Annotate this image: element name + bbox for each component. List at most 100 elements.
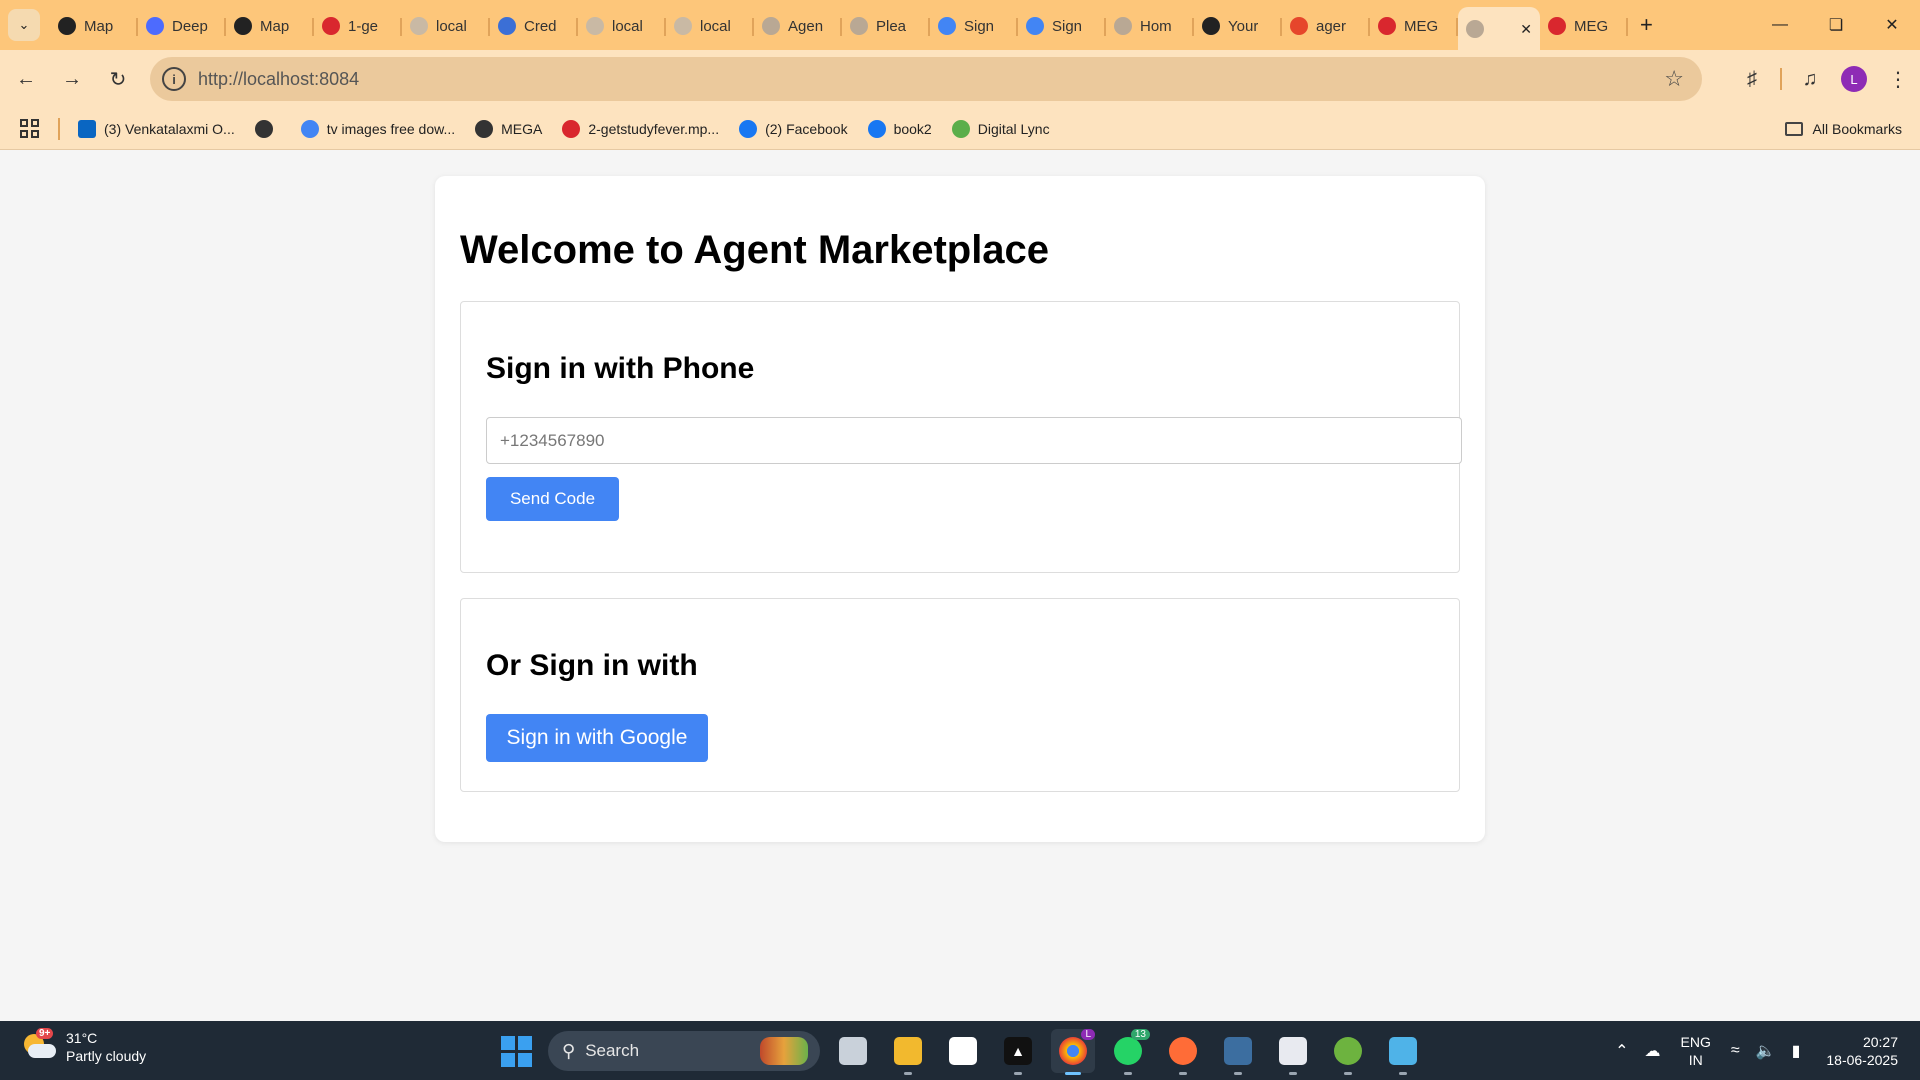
tab[interactable]: Sign <box>930 7 1018 45</box>
tab[interactable]: Hom <box>1106 7 1194 45</box>
tab-active[interactable]: ✕ <box>1458 7 1540 51</box>
chevron-up-icon[interactable]: ⌃ <box>1615 1041 1628 1061</box>
reload-button[interactable]: ↻ <box>98 59 138 99</box>
tab[interactable]: local <box>402 7 490 45</box>
file-explorer-icon[interactable] <box>886 1029 930 1075</box>
weather-widget[interactable]: 9+ 31°C Partly cloudy <box>22 1028 147 1065</box>
whatsapp-badge: 13 <box>1130 1029 1150 1040</box>
partly-cloudy-icon: 9+ <box>22 1028 56 1062</box>
tab[interactable]: Agen <box>754 7 842 45</box>
postman-icon[interactable] <box>1161 1029 1205 1075</box>
terminal-app-icon[interactable]: ▲ <box>996 1029 1040 1075</box>
tab[interactable]: ager <box>1282 7 1370 45</box>
onedrive-icon[interactable]: ☁ <box>1645 1041 1661 1061</box>
bookmark-star-icon[interactable]: ☆ <box>1664 66 1684 92</box>
bookmark-item[interactable]: Digital Lync <box>951 119 1050 138</box>
close-window-button[interactable]: ✕ <box>1864 0 1920 50</box>
url-text[interactable]: http://localhost:8084 <box>198 69 359 90</box>
clock[interactable]: 20:27 18-06-2025 <box>1826 1033 1898 1069</box>
tab-search-button[interactable]: ⌄ <box>8 9 40 41</box>
bookmark-item[interactable]: book2 <box>867 119 932 138</box>
new-tab-button[interactable]: + <box>1640 12 1653 38</box>
google-icon <box>938 17 956 35</box>
close-tab-icon[interactable]: ✕ <box>1520 21 1532 38</box>
profile-button[interactable]: L <box>1832 66 1876 92</box>
close-icon: ✕ <box>1885 17 1899 34</box>
ms-store-icon[interactable] <box>941 1029 985 1073</box>
notepad-icon[interactable] <box>1381 1029 1425 1075</box>
minimize-button[interactable]: — <box>1752 0 1808 50</box>
tab[interactable]: local <box>578 7 666 45</box>
bookmark-item[interactable]: MEGA <box>475 119 542 138</box>
tab[interactable]: MEG <box>1370 7 1458 45</box>
wifi-icon[interactable]: ≈ <box>1731 1042 1740 1060</box>
weather-temp: 31°C <box>66 1030 98 1046</box>
globe-icon <box>586 17 604 35</box>
bookmark-item[interactable]: (3) Venkatalaxmi O... <box>78 119 235 138</box>
tab[interactable]: Map <box>50 7 138 45</box>
tab[interactable]: Cred <box>490 7 578 45</box>
forward-button[interactable]: → <box>52 59 92 99</box>
menu-kebab-icon[interactable]: ⋮ <box>1876 67 1920 92</box>
tab[interactable]: Deep <box>138 7 226 45</box>
clock-time: 20:27 <box>1862 1033 1898 1050</box>
vscode-icon[interactable] <box>1216 1029 1260 1075</box>
tab-title: Map <box>260 17 290 35</box>
folder-icon <box>1784 121 1803 136</box>
tab[interactable]: Map <box>226 7 314 45</box>
facebook-icon <box>739 119 758 138</box>
chevron-down-icon: ⌄ <box>18 17 30 32</box>
whatsapp-icon[interactable]: 13 <box>1106 1029 1150 1075</box>
bookmark-item[interactable]: 2-getstudyfever.mp... <box>562 119 720 138</box>
extensions-icon[interactable]: ♯ <box>1730 68 1774 91</box>
all-bookmarks-button[interactable]: All Bookmarks <box>1784 121 1902 137</box>
globe-icon <box>254 119 273 138</box>
chrome-profile-badge: L <box>1081 1029 1095 1040</box>
page-title: Welcome to Agent Marketplace <box>460 228 1050 272</box>
globe-icon <box>850 17 868 35</box>
site-info-icon[interactable]: i <box>162 67 186 91</box>
send-code-button[interactable]: Send Code <box>486 477 619 521</box>
chrome-icon[interactable]: L <box>1051 1029 1095 1075</box>
address-bar[interactable]: i http://localhost:8084 ☆ <box>150 57 1702 101</box>
mega-icon <box>562 119 581 138</box>
restore-button[interactable]: ❏ <box>1808 0 1864 50</box>
language-indicator[interactable]: ENG IN <box>1681 1033 1711 1069</box>
bookmark-label: 2-getstudyfever.mp... <box>588 120 720 137</box>
phone-number-input[interactable] <box>486 417 1462 464</box>
windows-start-icon[interactable] <box>498 1033 534 1069</box>
tab[interactable]: local <box>666 7 754 45</box>
toolbar-divider <box>1780 68 1782 90</box>
spring-tool-icon[interactable] <box>1326 1029 1370 1075</box>
bookmark-item[interactable] <box>254 119 281 138</box>
bookmark-item[interactable]: tv images free dow... <box>300 119 456 138</box>
openai-icon <box>58 17 76 35</box>
tab[interactable]: Sign <box>1018 7 1106 45</box>
tab[interactable]: 1-ge <box>314 7 402 45</box>
system-tray: ⌃ ☁ ENG IN ≈ 🔈 ▮ 20:27 18-06-2025 <box>1607 1021 1920 1080</box>
volume-icon[interactable]: 🔈 <box>1756 1041 1776 1061</box>
tab[interactable]: Your <box>1194 7 1282 45</box>
snipping-tool-icon[interactable] <box>1271 1029 1315 1075</box>
globe-icon <box>475 119 494 138</box>
google-signin-button[interactable]: Sign in with Google <box>486 714 708 762</box>
bookmark-label: book2 <box>893 120 932 137</box>
tab[interactable]: MEG <box>1540 7 1628 45</box>
tab-title: Map <box>84 17 114 35</box>
avatar: L <box>1841 66 1867 92</box>
bookmark-label: tv images free dow... <box>326 120 456 137</box>
back-button[interactable]: ← <box>6 59 46 99</box>
phone-signin-section: Sign in with Phone Send Code <box>460 301 1462 573</box>
taskbar-search[interactable]: ⚲ Search <box>548 1031 820 1071</box>
media-controls-icon[interactable]: ♫ <box>1788 68 1832 91</box>
arrow-left-icon: ← <box>16 67 36 90</box>
task-view-icon[interactable] <box>831 1029 875 1073</box>
apps-grid-icon[interactable] <box>20 119 44 138</box>
tab[interactable]: Plea <box>842 7 930 45</box>
deepseek-icon <box>146 17 164 35</box>
battery-icon[interactable]: ▮ <box>1792 1041 1801 1061</box>
globe-icon <box>1114 17 1132 35</box>
clock-date: 18-06-2025 <box>1826 1051 1898 1068</box>
weather-condition: Partly cloudy <box>66 1048 147 1064</box>
bookmark-item[interactable]: (2) Facebook <box>739 119 848 138</box>
